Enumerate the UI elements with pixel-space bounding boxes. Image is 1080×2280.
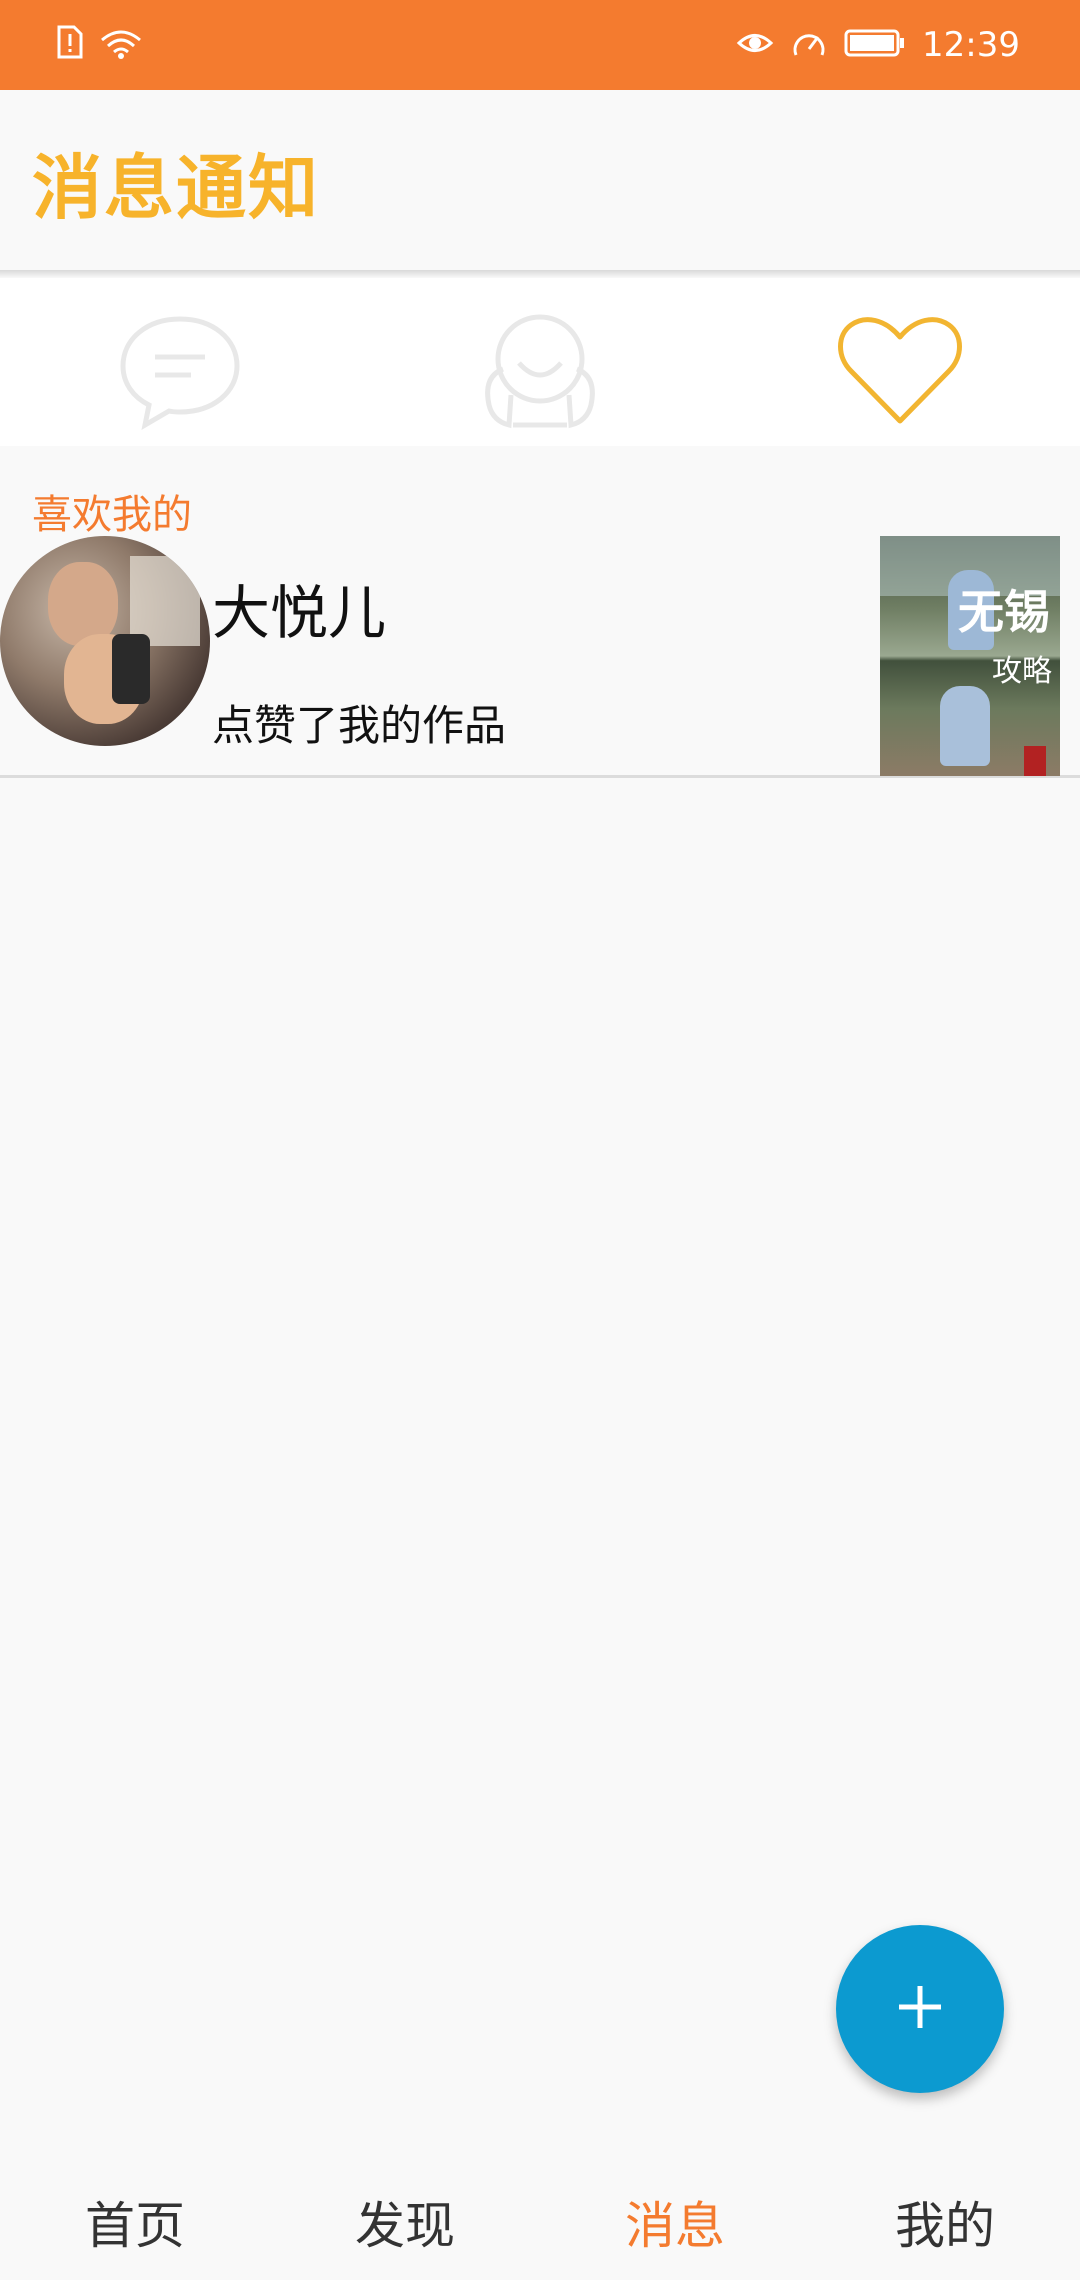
comment-bubble-icon — [117, 311, 243, 435]
nav-home[interactable]: 首页 — [0, 2186, 270, 2258]
bottom-nav: 首页 发现 消息 我的 — [0, 2150, 1080, 2280]
tab-followers[interactable] — [470, 308, 610, 438]
avatar-phone — [112, 634, 150, 704]
eye-icon — [736, 25, 774, 65]
header: 消息通知 — [0, 90, 1080, 270]
page-title: 消息通知 — [32, 147, 320, 229]
avatar-background — [130, 556, 200, 646]
header-divider — [0, 270, 1080, 278]
sim-alert-icon — [56, 24, 84, 64]
message-type-tabs — [0, 278, 1080, 446]
thumbnail-person — [940, 686, 990, 766]
like-action-text: 点赞了我的作品 — [212, 701, 507, 750]
thumbnail-seal — [1024, 746, 1046, 776]
nav-mine[interactable]: 我的 — [810, 2186, 1080, 2258]
status-right-icons: 12:39 — [736, 22, 1020, 68]
screen: 12:39 消息通知 喜欢我的 大悦儿 点赞了我的作品 无锡 攻略 首页 发现 … — [0, 0, 1080, 2280]
battery-icon — [844, 28, 906, 62]
nav-messages[interactable]: 消息 — [540, 2186, 810, 2258]
status-left-icons — [56, 24, 144, 64]
add-button[interactable] — [836, 1925, 1004, 2093]
avatar[interactable] — [0, 536, 210, 746]
followers-icon — [475, 309, 605, 437]
speedometer-icon — [790, 25, 828, 65]
list-item[interactable]: 大悦儿 点赞了我的作品 无锡 攻略 — [0, 536, 1080, 778]
thumbnail-subtitle: 攻略 — [992, 654, 1052, 689]
tab-likes[interactable] — [830, 308, 970, 438]
work-thumbnail[interactable]: 无锡 攻略 — [880, 536, 1060, 776]
status-time: 12:39 — [922, 25, 1020, 65]
tab-comments[interactable] — [110, 308, 250, 438]
section-title: 喜欢我的 — [32, 492, 192, 538]
status-bar: 12:39 — [0, 0, 1080, 90]
heart-icon — [835, 313, 965, 433]
plus-icon — [895, 1982, 945, 2036]
wifi-icon — [98, 24, 144, 64]
thumbnail-title: 无锡 — [958, 585, 1050, 639]
user-name[interactable]: 大悦儿 — [212, 566, 386, 650]
nav-discover[interactable]: 发现 — [270, 2186, 540, 2258]
